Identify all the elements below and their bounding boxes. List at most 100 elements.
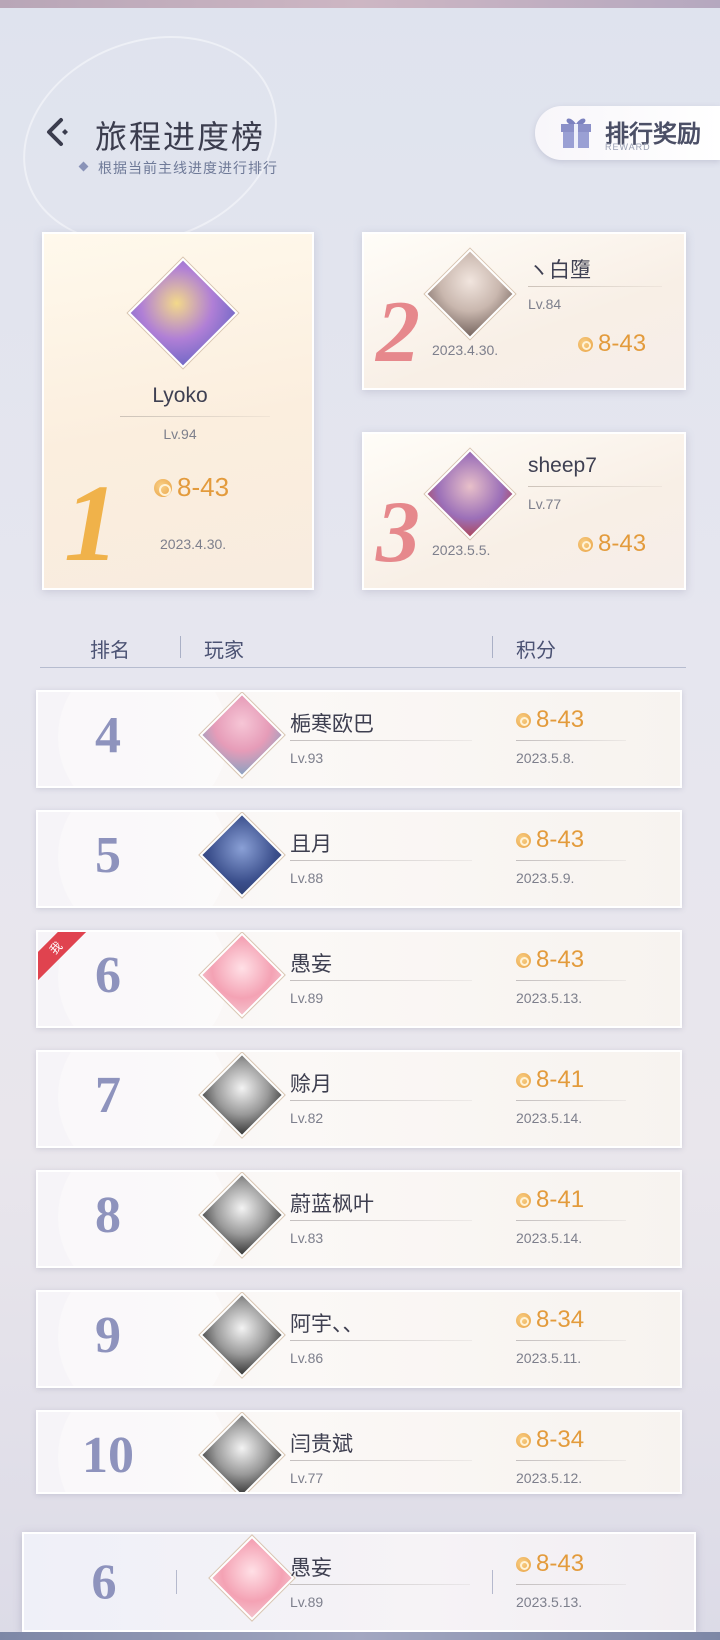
player-name: 且月 — [290, 833, 332, 856]
player-date: 2023.5.14. — [516, 1230, 583, 1246]
my-level: Lv.89 — [290, 1594, 324, 1610]
player-score: 8-41 — [516, 1186, 584, 1214]
player-level: Lv.86 — [290, 1350, 324, 1366]
col-separator — [492, 636, 493, 658]
divider — [290, 980, 472, 981]
player-score: 8-34 — [516, 1426, 584, 1454]
player-score: 8-41 — [516, 1066, 584, 1094]
divider — [516, 1460, 626, 1461]
divider — [516, 860, 626, 861]
score-value: 8-41 — [536, 1066, 585, 1093]
top-edge — [0, 0, 720, 8]
list-header: 排名 玩家 积分 — [40, 630, 686, 668]
coin-icon — [516, 1072, 531, 1088]
divider — [516, 740, 626, 741]
my-score: 8-43 — [516, 1550, 584, 1578]
player-level: Lv.93 — [290, 750, 324, 766]
ranking-row[interactable]: 5 且月 Lv.88 8-43 2023.5.9. — [36, 810, 682, 908]
player-level: Lv.84 — [528, 296, 562, 312]
divider — [528, 286, 662, 287]
rank-number: 6 — [95, 947, 121, 1004]
rank-number: 2 — [376, 284, 420, 381]
player-score: 8-34 — [516, 1306, 584, 1334]
player-date: 2023.4.30. — [432, 342, 499, 358]
rank-number: 7 — [95, 1067, 121, 1124]
page-subtitle: 根据当前主线进度进行排行 — [98, 160, 278, 176]
ranking-row[interactable]: 9 阿宇、、 Lv.86 8-34 2023.5.11. — [36, 1290, 682, 1388]
player-date: 2023.5.9. — [516, 870, 575, 886]
col-rank-header: 排名 — [90, 640, 130, 662]
back-arrow-icon — [47, 118, 68, 146]
score-value: 8-43 — [536, 946, 585, 973]
rank-reward-button[interactable]: 排行奖励 REWARD — [535, 106, 720, 160]
divider — [516, 1584, 626, 1585]
coin-icon — [516, 1432, 531, 1448]
player-name: 蔚蓝枫叶 — [290, 1193, 374, 1216]
player-name: Lyoko — [152, 384, 208, 407]
my-rank-number: 6 — [91, 1553, 117, 1609]
score-value: 8-34 — [536, 1426, 585, 1453]
ranking-row[interactable]: 10 闫贵斌 Lv.77 8-34 2023.5.12. — [36, 1410, 682, 1494]
player-date: 2023.5.14. — [516, 1110, 583, 1126]
divider — [290, 1340, 472, 1341]
player-level: Lv.77 — [528, 496, 562, 512]
avatar-christmas-girl-icon — [424, 448, 516, 540]
diamond-bullet-icon — [78, 161, 89, 172]
col-separator — [180, 636, 181, 658]
ranking-row[interactable]: 4 梔寒欧巴 Lv.93 8-43 2023.5.8. — [36, 690, 682, 788]
player-date: 2023.5.8. — [516, 750, 575, 766]
player-date: 2023.4.30. — [160, 536, 227, 552]
avatar-pink-girl-icon — [209, 1535, 295, 1621]
coin-icon — [154, 478, 172, 497]
divider — [516, 1220, 626, 1221]
my-name: 愚妄 — [290, 1557, 332, 1580]
score-value: 8-41 — [536, 1186, 585, 1213]
player-date: 2023.5.5. — [432, 542, 491, 558]
ranking-row-me[interactable]: 我 6 愚妄 Lv.89 8-43 2023.5.13. — [36, 930, 682, 1028]
coin-icon — [578, 336, 593, 352]
avatar-silver-hair-girl-icon — [424, 248, 516, 340]
header: 旅程进度榜 根据当前主线进度进行排行 排行奖励 REWARD — [0, 100, 720, 180]
player-name: 赊月 — [290, 1073, 332, 1096]
score-value: 8-43 — [598, 330, 647, 357]
col-score-header: 积分 — [516, 640, 556, 662]
podium-card-third[interactable]: sheep7 Lv.77 3 2023.5.5. 8-43 — [362, 432, 686, 590]
coin-icon — [516, 1556, 531, 1572]
player-date: 2023.5.11. — [516, 1350, 582, 1366]
score-value: 8-34 — [536, 1306, 585, 1333]
player-name: 梔寒欧巴 — [290, 713, 374, 736]
divider — [290, 1460, 472, 1461]
player-date: 2023.5.13. — [516, 990, 583, 1006]
divider — [516, 980, 626, 981]
rank-number: 10 — [82, 1427, 134, 1484]
player-level: Lv.77 — [290, 1470, 324, 1486]
player-name: 闫贵斌 — [290, 1433, 353, 1456]
score-value: 8-43 — [536, 706, 585, 733]
player-date: 2023.5.12. — [516, 1470, 583, 1486]
divider — [120, 416, 270, 417]
podium-card-second[interactable]: ヽ白墮 Lv.84 2 2023.4.30. 8-43 — [362, 232, 686, 390]
ranking-row[interactable]: 7 赊月 Lv.82 8-41 2023.5.14. — [36, 1050, 682, 1148]
back-button[interactable] — [36, 110, 80, 154]
divider — [290, 1100, 472, 1101]
col-separator — [176, 1570, 177, 1594]
divider — [528, 486, 662, 487]
divider — [290, 1584, 470, 1585]
player-name: sheep7 — [528, 454, 597, 477]
ranking-row[interactable]: 8 蔚蓝枫叶 Lv.83 8-41 2023.5.14. — [36, 1170, 682, 1268]
player-score: 8-43 — [516, 706, 584, 734]
coin-icon — [578, 536, 593, 552]
rank-number: 8 — [95, 1187, 121, 1244]
divider — [516, 1340, 626, 1341]
player-name: ヽ白墮 — [528, 259, 591, 282]
podium-card-first[interactable]: Lyoko Lv.94 8-43 1 2023.4.30. — [42, 232, 314, 590]
avatar-purple-hair-girl-icon — [127, 257, 239, 369]
player-level: Lv.89 — [290, 990, 324, 1006]
my-rank-bar[interactable]: 6 愚妄 Lv.89 8-43 2023.5.13. — [22, 1532, 696, 1632]
coin-icon — [516, 712, 531, 728]
player-level: Lv.82 — [290, 1110, 324, 1126]
divider — [290, 740, 472, 741]
rank-number: 3 — [376, 484, 420, 581]
divider — [290, 860, 472, 861]
coin-icon — [516, 832, 531, 848]
